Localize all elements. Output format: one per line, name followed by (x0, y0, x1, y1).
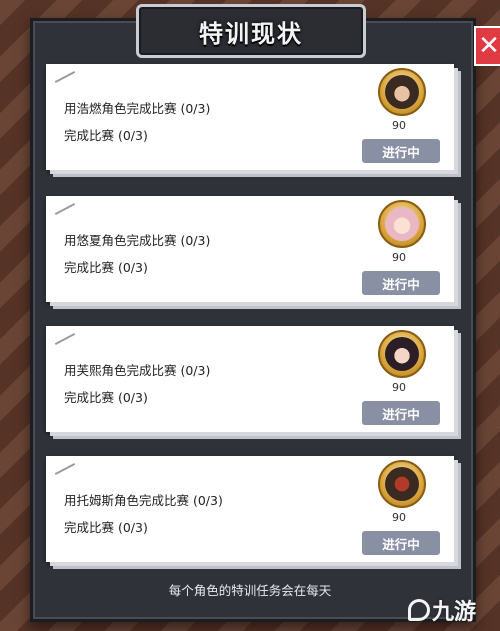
title-plate: 特训现状 (136, 4, 366, 58)
task-card-youxia: 用悠夏角色完成比赛 (0/3) 完成比赛 (0/3) 90 进行中 (46, 196, 454, 302)
reward-points: 90 (392, 511, 406, 524)
reward-points: 90 (392, 119, 406, 132)
card-corner-mark (54, 332, 76, 346)
match-task-label: 完成比赛 (0/3) (64, 390, 148, 405)
watermark-text: 九游 (432, 600, 477, 625)
task-card-haoran: 用浩燃角色完成比赛 (0/3) 完成比赛 (0/3) 90 进行中 (46, 64, 454, 170)
match-task-label: 完成比赛 (0/3) (64, 128, 148, 143)
close-button[interactable]: ✕ (474, 26, 500, 66)
character-avatar (378, 330, 426, 378)
task-card-tomsi: 用托姆斯角色完成比赛 (0/3) 完成比赛 (0/3) 90 进行中 (46, 456, 454, 562)
status-button[interactable]: 进行中 (362, 271, 440, 295)
character-avatar (378, 200, 426, 248)
character-avatar (378, 68, 426, 116)
character-task-label: 用悠夏角色完成比赛 (0/3) (64, 233, 211, 248)
reward-points: 90 (392, 381, 406, 394)
match-task-label: 完成比赛 (0/3) (64, 260, 148, 275)
close-icon: ✕ (478, 31, 500, 61)
page-title: 特训现状 (199, 19, 303, 48)
watermark-logo-icon (408, 599, 430, 621)
status-button[interactable]: 进行中 (362, 531, 440, 555)
character-task-label: 用芙熙角色完成比赛 (0/3) (64, 363, 211, 378)
card-corner-mark (54, 202, 76, 216)
character-task-label: 用浩燃角色完成比赛 (0/3) (64, 101, 211, 116)
status-button[interactable]: 进行中 (362, 139, 440, 163)
match-task-label: 完成比赛 (0/3) (64, 520, 148, 535)
character-avatar (378, 460, 426, 508)
character-task-label: 用托姆斯角色完成比赛 (0/3) (64, 493, 223, 508)
footer-note: 每个角色的特训任务会在每天 (168, 583, 332, 598)
status-button[interactable]: 进行中 (362, 401, 440, 425)
task-card-fuxi: 用芙熙角色完成比赛 (0/3) 完成比赛 (0/3) 90 进行中 (46, 326, 454, 432)
card-corner-mark (54, 462, 76, 476)
watermark: 九游 (408, 594, 476, 626)
reward-points: 90 (392, 251, 406, 264)
card-corner-mark (54, 70, 76, 84)
